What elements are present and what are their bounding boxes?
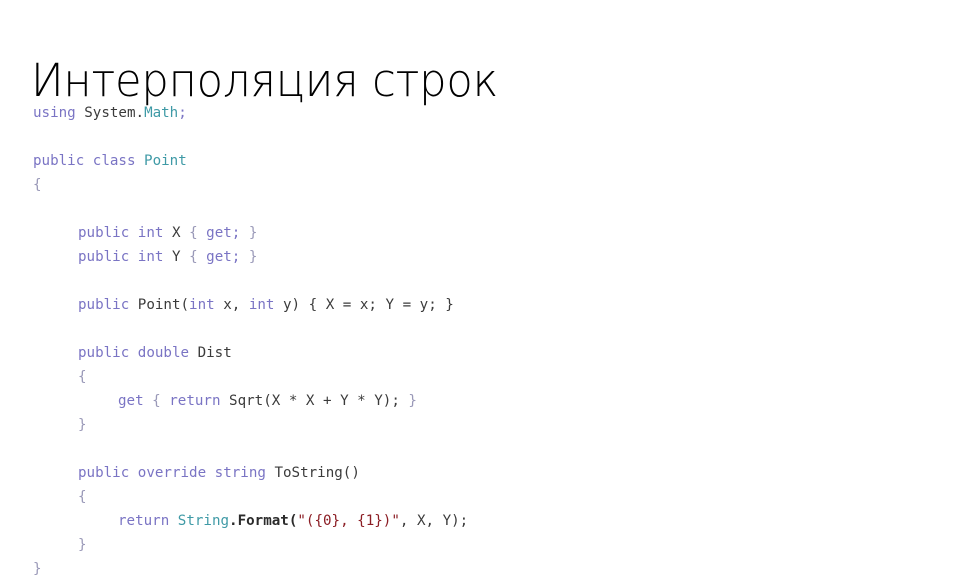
code-token-kw: return [169,393,221,409]
code-line: public class Point [33,149,913,173]
code-line: { [33,485,913,509]
code-line: } [33,533,913,557]
code-token-brc: } [78,537,87,553]
code-token-pnc: ; [178,105,187,121]
code-token-pln: ToString() [274,465,360,481]
code-line: } [33,413,913,437]
code-token-pln: System. [75,105,145,121]
code-token-pln: Y [171,249,190,265]
code-line: using System.Math; [33,101,913,125]
code-token-brc: { [189,249,207,265]
code-token-pln: y) { X = x; Y = y; } [274,297,454,313]
code-line: return String.Format("({0}, {1})", X, Y)… [33,509,913,533]
code-token-brc: } [240,249,258,265]
code-token-kw: get; [206,249,241,265]
code-token-kw: int [248,297,275,313]
code-token-brc: { [33,177,42,193]
code-block: using System.Math; public class Point{pub… [33,101,913,581]
code-token-kw: get; [206,225,241,241]
code-token-brc: { [78,489,87,505]
code-token-typ: Point [144,153,187,169]
code-token-pln: , X, Y); [399,513,469,529]
code-token-mth: .Format( [229,513,298,529]
code-token-kw: public double [78,345,198,361]
code-token-brc: } [399,393,417,409]
code-token-brc: { [78,369,87,385]
code-token-kw: return [118,513,178,529]
code-token-brc: { [189,225,207,241]
code-token-kw: public class [33,153,145,169]
code-line: public int X { get; } [33,221,913,245]
code-token-brc: } [33,561,42,577]
code-token-typ: Math [144,105,179,121]
code-token-typ: String [177,513,230,529]
code-token-kw: public override string [78,465,275,481]
code-token-str: "({0}, {1})" [297,513,400,529]
code-line: { [33,365,913,389]
code-token-pln: X [171,225,190,241]
code-line: public int Y { get; } [33,245,913,269]
code-line: get { return Sqrt(X * X + Y * Y); } [33,389,913,413]
code-line: public Point(int x, int y) { X = x; Y = … [33,293,913,317]
code-token-kw: public int [78,249,172,265]
code-token-pln: Dist [197,345,232,361]
code-token-kw: public int [78,225,172,241]
code-token-brc: } [78,417,87,433]
code-line: public double Dist [33,341,913,365]
code-token-kw: int [189,297,215,313]
code-token-brc: { [143,393,170,409]
code-token-pln: x, [214,297,249,313]
code-token-kw: get [118,393,144,409]
code-token-pln: Point( [137,297,190,313]
code-token-kw: public [78,297,138,313]
code-token-pln: Sqrt(X * X + Y * Y); [220,393,400,409]
code-line: public override string ToString() [33,461,913,485]
code-line: } [33,557,913,581]
code-line: { [33,173,913,197]
presentation-slide: Интерполяция строк using System.Math; pub… [0,0,960,577]
code-token-kw: using [33,105,76,121]
code-token-brc: } [240,225,258,241]
